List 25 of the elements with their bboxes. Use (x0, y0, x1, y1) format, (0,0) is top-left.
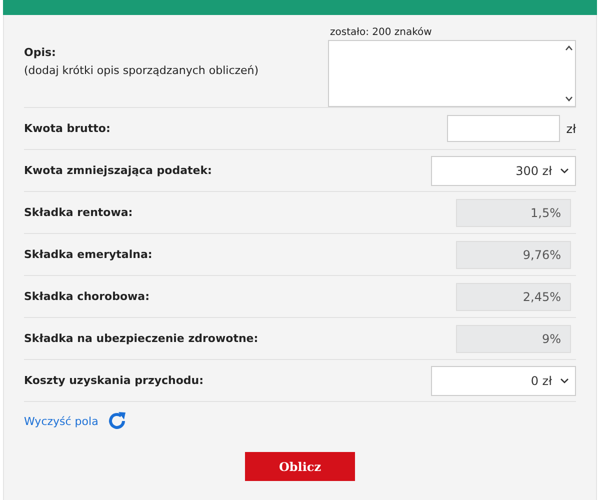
field-label: Składka emerytalna: (24, 248, 152, 261)
field-label: Kwota brutto: (24, 122, 110, 135)
readonly-field: 2,45% (456, 282, 571, 310)
field-label: Kwota zmniejszająca podatek: (24, 164, 212, 177)
dropdown[interactable]: 300 zł (431, 156, 576, 186)
currency-unit: zł (566, 122, 576, 136)
refresh-icon[interactable] (106, 410, 128, 432)
clear-fields-link[interactable]: Wyczyść pola (24, 414, 98, 428)
chevron-down-icon (560, 378, 569, 384)
character-counter: zostało: 200 znaków (330, 27, 433, 38)
scroll-down-icon[interactable] (565, 96, 573, 102)
field-hint: (dodaj krótki opis sporządzanych obliczeń) (24, 64, 259, 76)
field-label: Koszty uzyskania przychodu: (24, 374, 204, 387)
field-label: Opis: (24, 46, 57, 58)
calculate-button[interactable]: Oblicz (245, 452, 355, 481)
scroll-up-icon[interactable] (565, 45, 573, 51)
field-label: Składka na ubezpieczenie zdrowotne: (24, 332, 258, 345)
field-label: Składka rentowa: (24, 206, 133, 219)
field-label: Składka chorobowa: (24, 290, 150, 303)
chevron-down-icon (560, 168, 569, 174)
readonly-field: 9% (456, 324, 571, 352)
readonly-field: 1,5% (456, 198, 571, 226)
readonly-field: 9,76% (456, 240, 571, 268)
dropdown[interactable]: 0 zł (431, 366, 576, 396)
amount-input[interactable] (447, 115, 560, 142)
